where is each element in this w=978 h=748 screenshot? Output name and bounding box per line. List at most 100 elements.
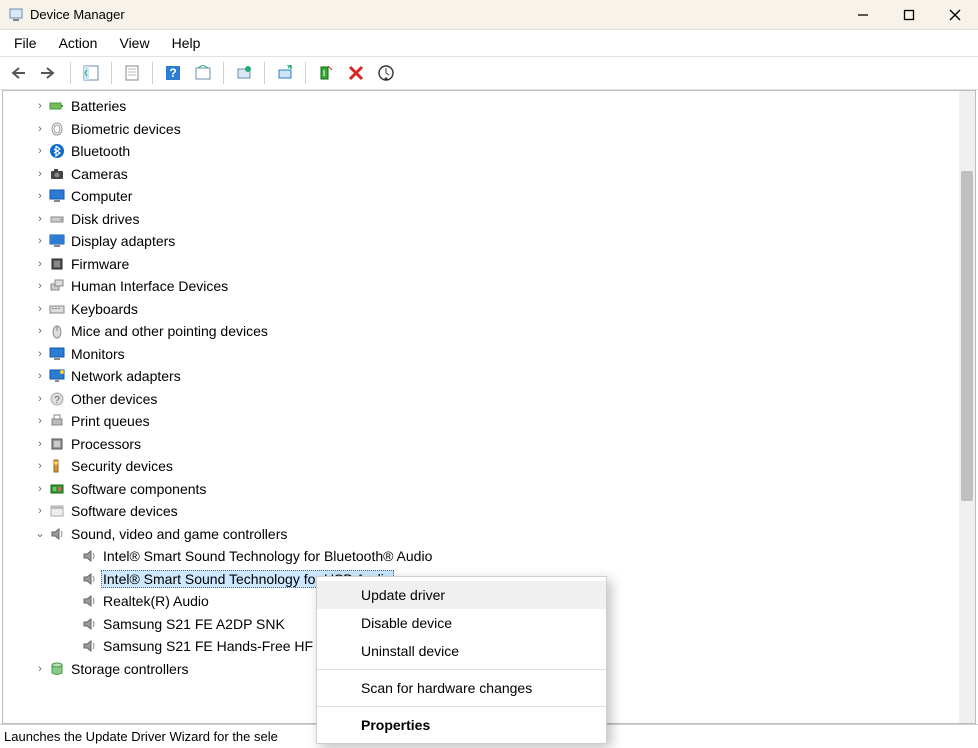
expand-icon[interactable]: › [33, 460, 47, 472]
speaker-icon [49, 526, 65, 542]
expand-icon[interactable]: › [33, 370, 47, 382]
context-menu-item[interactable]: Uninstall device [317, 637, 606, 665]
context-menu-item[interactable]: Scan for hardware changes [317, 674, 606, 702]
keyboard-icon [49, 301, 65, 317]
context-menu-item[interactable]: Properties [317, 711, 606, 739]
expand-icon[interactable]: › [33, 213, 47, 225]
expand-icon[interactable]: › [33, 415, 47, 427]
expand-icon[interactable]: › [33, 348, 47, 360]
expand-icon[interactable]: › [33, 258, 47, 270]
forward-button[interactable] [38, 61, 62, 85]
tree-category[interactable]: › Computer [3, 185, 959, 208]
tree-category[interactable]: › Software devices [3, 500, 959, 523]
menu-divider [317, 669, 606, 670]
tree-category[interactable]: ⌄ Sound, video and game controllers [3, 523, 959, 546]
tree-label: Firmware [69, 255, 131, 273]
minimize-button[interactable] [840, 0, 886, 29]
speaker-icon [81, 638, 97, 654]
tree-label: Print queues [69, 412, 152, 430]
expand-icon[interactable]: › [33, 325, 47, 337]
scroll-thumb[interactable] [961, 171, 973, 501]
close-button[interactable] [932, 0, 978, 29]
tree-label: Display adapters [69, 232, 177, 250]
expand-icon[interactable]: › [33, 168, 47, 180]
tree-category[interactable]: › Disk drives [3, 208, 959, 231]
menu-help[interactable]: Help [172, 35, 201, 51]
expand-icon[interactable]: › [33, 123, 47, 135]
security-icon [49, 458, 65, 474]
expand-icon[interactable]: › [33, 505, 47, 517]
expand-icon[interactable]: › [33, 145, 47, 157]
back-button[interactable] [8, 61, 32, 85]
battery-icon [49, 98, 65, 114]
network-icon [49, 368, 65, 384]
context-menu-item[interactable]: Disable device [317, 609, 606, 637]
tree-category[interactable]: ›Security devices [3, 455, 959, 478]
vertical-scrollbar[interactable] [959, 91, 975, 723]
tree-label: Processors [69, 435, 143, 453]
expand-icon[interactable]: › [33, 280, 47, 292]
toolbar: ? [0, 56, 978, 90]
tree-category[interactable]: › Firmware [3, 253, 959, 276]
tree-label: Monitors [69, 345, 127, 363]
component-icon [49, 481, 65, 497]
tree-label: Software devices [69, 502, 180, 520]
tree-category[interactable]: ›Cameras [3, 163, 959, 186]
show-hide-tree-button[interactable] [79, 61, 103, 85]
maximize-button[interactable] [886, 0, 932, 29]
menu-view[interactable]: View [119, 35, 149, 51]
disable-device-button[interactable] [314, 61, 338, 85]
tree-category[interactable]: ›Network adapters [3, 365, 959, 388]
tree-label: Software components [69, 480, 208, 498]
tree-category[interactable]: › Biometric devices [3, 118, 959, 141]
action-button[interactable] [191, 61, 215, 85]
tree-category[interactable]: › Print queues [3, 410, 959, 433]
speaker-icon [81, 616, 97, 632]
collapse-icon[interactable]: ⌄ [33, 527, 47, 540]
tree-category[interactable]: ›Human Interface Devices [3, 275, 959, 298]
expand-icon[interactable]: › [33, 190, 47, 202]
tree-category[interactable]: ›Batteries [3, 95, 959, 118]
tree-label: Intel® Smart Sound Technology for Blueto… [101, 547, 434, 565]
tree-category[interactable]: › Software components [3, 478, 959, 501]
help-button[interactable]: ? [161, 61, 185, 85]
tree-label: Mice and other pointing devices [69, 322, 270, 340]
expand-icon[interactable]: › [33, 393, 47, 405]
context-menu: Update driverDisable deviceUninstall dev… [316, 576, 607, 744]
hid-icon [49, 278, 65, 294]
tree-category[interactable]: ›?Other devices [3, 388, 959, 411]
tree-label: Disk drives [69, 210, 141, 228]
tree-label: Computer [69, 187, 134, 205]
expand-icon[interactable]: › [33, 235, 47, 247]
tree-label: Bluetooth [69, 142, 132, 160]
tree-category[interactable]: › Monitors [3, 343, 959, 366]
expand-icon[interactable]: › [33, 663, 47, 675]
tree-category[interactable]: › Bluetooth [3, 140, 959, 163]
tree-device[interactable]: Intel® Smart Sound Technology for Blueto… [3, 545, 959, 568]
menu-file[interactable]: File [14, 35, 37, 51]
menu-divider [317, 706, 606, 707]
expand-icon[interactable]: › [33, 100, 47, 112]
tree-label: Sound, video and game controllers [69, 525, 289, 543]
software-icon [49, 503, 65, 519]
tree-category[interactable]: › Processors [3, 433, 959, 456]
context-menu-item[interactable]: Update driver [317, 581, 606, 609]
update-driver-button[interactable] [232, 61, 256, 85]
unknown-icon: ? [49, 391, 65, 407]
expand-icon[interactable]: › [33, 483, 47, 495]
menu-action[interactable]: Action [59, 35, 98, 51]
title-bar: Device Manager [0, 0, 978, 30]
scan-hardware-button[interactable] [374, 61, 398, 85]
tree-label: Keyboards [69, 300, 140, 318]
expand-icon[interactable]: › [33, 303, 47, 315]
tree-category[interactable]: › Display adapters [3, 230, 959, 253]
tree-category[interactable]: › Keyboards [3, 298, 959, 321]
app-icon [8, 7, 24, 23]
properties-button[interactable] [120, 61, 144, 85]
enable-device-button[interactable] [273, 61, 297, 85]
uninstall-device-button[interactable] [344, 61, 368, 85]
expand-icon[interactable]: › [33, 438, 47, 450]
mouse-icon [49, 323, 65, 339]
tree-label: Biometric devices [69, 120, 183, 138]
tree-category[interactable]: › Mice and other pointing devices [3, 320, 959, 343]
